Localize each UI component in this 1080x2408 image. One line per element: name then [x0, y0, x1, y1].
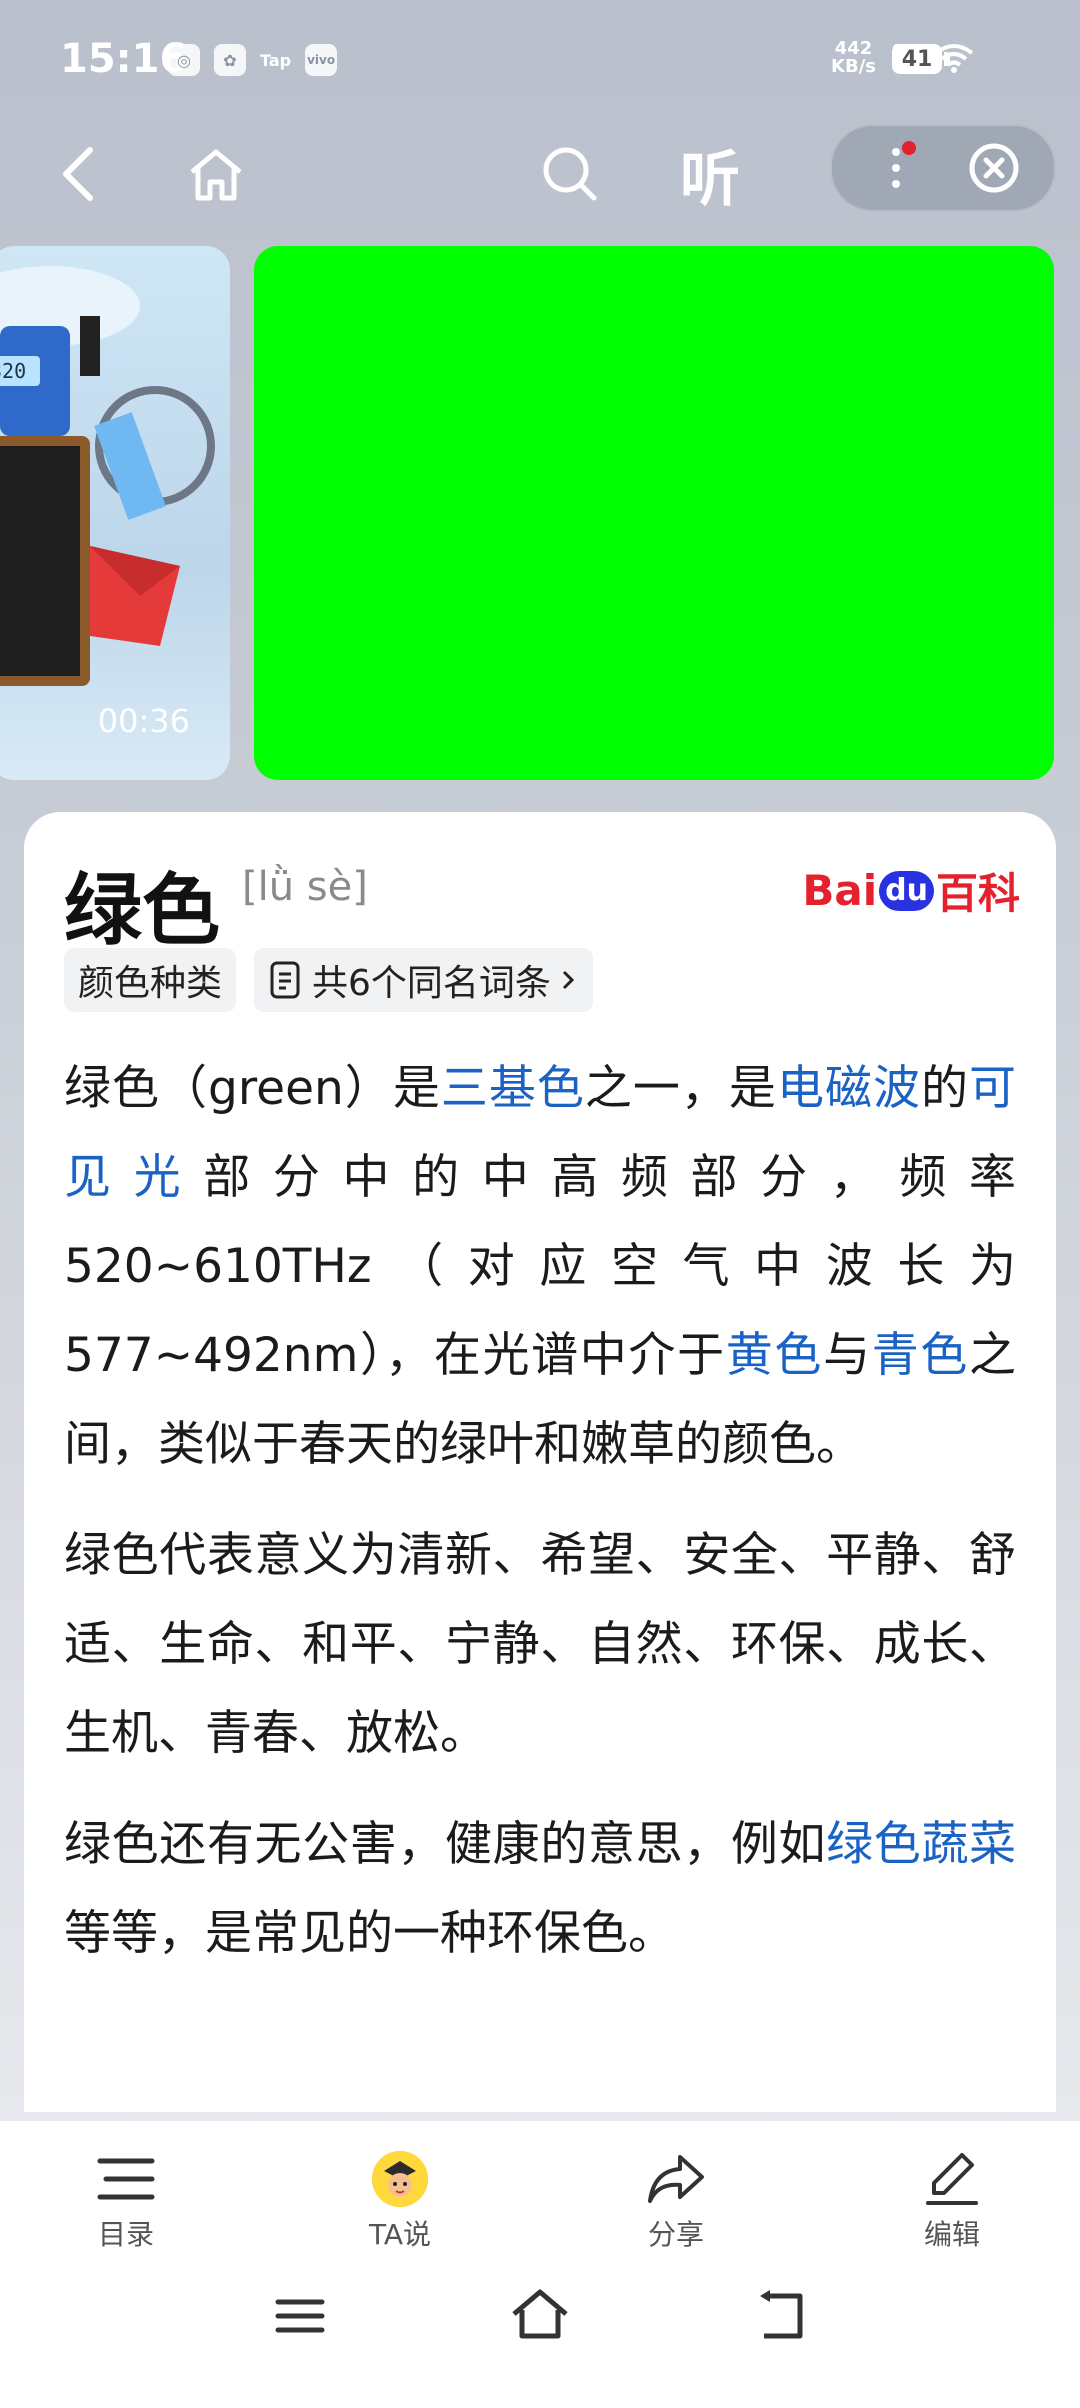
edit-pencil-icon: [926, 2153, 978, 2205]
notification-icons: ◎ ✿ Tap vivo: [168, 44, 338, 76]
close-button[interactable]: [964, 138, 1024, 198]
baidu-baike-logo: Bai du 百科: [802, 866, 1020, 918]
link-electromagnetic-wave[interactable]: 电磁波: [777, 1061, 921, 1116]
search-button[interactable]: [520, 124, 620, 224]
system-nav-bar: [0, 2260, 1080, 2408]
top-nav: 听: [0, 124, 1080, 224]
home-button[interactable]: [166, 124, 266, 224]
tap-app-icon: Tap: [260, 50, 292, 70]
document-icon: [270, 961, 300, 999]
link-yellow[interactable]: 黄色: [726, 1328, 823, 1383]
video-thumbnail[interactable]: 320 00:36: [0, 246, 230, 780]
toolbar-share[interactable]: 分享: [606, 2151, 746, 2253]
search-icon: [543, 147, 597, 201]
entry-pinyin: [lǜ sè]: [242, 864, 368, 910]
close-circle-icon: [969, 143, 1019, 193]
link-cyan[interactable]: 青色: [872, 1328, 969, 1383]
toolbar-catalog[interactable]: 目录: [56, 2151, 196, 2253]
paragraph-eco: 绿色还有无公害，健康的意思，例如绿色蔬菜等等，是常见的一种环保色。: [64, 1817, 1017, 1961]
network-speed: 442 KB/s: [831, 38, 876, 77]
system-back-icon: [760, 2290, 803, 2339]
category-tag[interactable]: 颜色种类: [64, 948, 237, 1012]
system-menu-button[interactable]: [270, 2286, 330, 2346]
vivo-app-icon: vivo: [305, 44, 338, 76]
toolbar-edit[interactable]: 编辑: [882, 2151, 1022, 2253]
paw-icon: du: [879, 870, 934, 911]
list-icon: [97, 2158, 155, 2200]
system-home-button[interactable]: [508, 2284, 572, 2348]
chevron-right-icon: [562, 970, 575, 990]
main-image[interactable]: [254, 246, 1054, 780]
system-back-button[interactable]: [750, 2286, 810, 2346]
ta-avatar-icon: [372, 2151, 428, 2207]
app-notification-icon: ◎: [168, 44, 200, 76]
status-bar: 15:16 ◎ ✿ Tap vivo 442 KB/s 41: [0, 0, 1080, 124]
battery-icon: 41: [892, 44, 942, 74]
system-home-icon: [512, 2289, 568, 2339]
tag-row: 颜色种类 共6个同名词条: [64, 948, 593, 1012]
back-arrow-icon: [63, 147, 93, 201]
link-primary-colors[interactable]: 三基色: [441, 1061, 585, 1116]
share-icon: [648, 2155, 704, 2203]
entry-card: 绿色 [lǜ sè] Bai du 百科 颜色种类 共6个同名词条 绿色（gre…: [24, 812, 1056, 2112]
link-green-vegetables[interactable]: 绿色蔬菜: [826, 1817, 1016, 1872]
bottom-toolbar: 目录 TA说 分享 编辑: [0, 2120, 1080, 2261]
entry-content: 绿色（green）是三基色之一，是电磁波的可见光部分中的中高频部分，频率520~…: [64, 1044, 1016, 2000]
paragraph-definition: 绿色（green）是三基色之一，是电磁波的可见光部分中的中高频部分，频率520~…: [64, 1061, 1017, 1472]
paragraph-meaning: 绿色代表意义为清新、希望、安全、平静、舒适、生命、和平、宁静、自然、环保、成长、…: [64, 1528, 1016, 1761]
video-duration: 00:36: [97, 702, 190, 740]
home-icon: [190, 149, 242, 201]
battery-tip: [944, 52, 950, 66]
more-vertical-icon: [892, 141, 916, 188]
baidu-app-icon: ✿: [214, 44, 246, 76]
svg-text:320: 320: [0, 359, 26, 383]
listen-button[interactable]: 听: [680, 124, 740, 224]
more-button[interactable]: [866, 138, 926, 198]
back-button[interactable]: [28, 124, 128, 224]
entry-title: 绿色: [64, 866, 221, 956]
toolbar-ta-say[interactable]: TA说: [330, 2151, 470, 2253]
menu-icon: [275, 2299, 325, 2333]
capsule-menu: [830, 124, 1056, 212]
video-illustration: 320: [0, 266, 215, 686]
same-name-entries-tag[interactable]: 共6个同名词条: [254, 948, 593, 1012]
